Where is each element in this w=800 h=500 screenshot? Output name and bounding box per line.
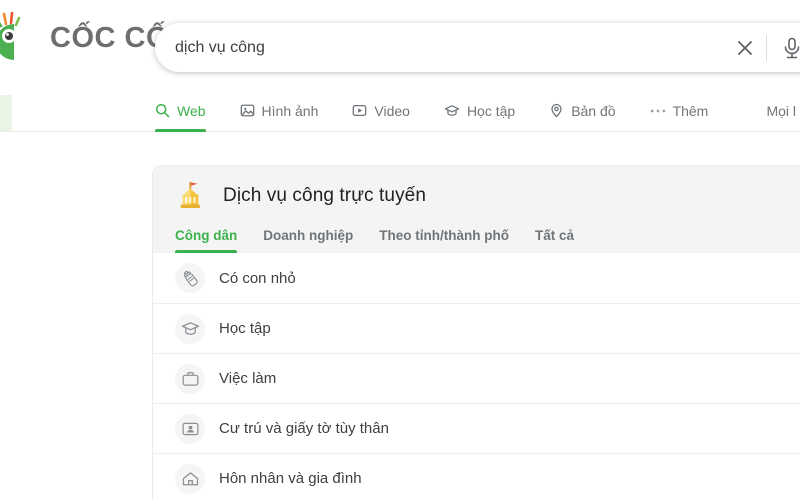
list-item-label: Có con nhỏ [219, 269, 296, 287]
clear-search-button[interactable] [724, 25, 766, 71]
sub-tab-all[interactable]: Tất cả [535, 222, 574, 253]
card-title-row: Dịch vụ công trực tuyến [153, 166, 800, 222]
tab-study[interactable]: Học tập [444, 90, 529, 132]
tab-video-label: Video [374, 102, 410, 119]
id-card-icon [175, 413, 205, 444]
card-header: Dịch vụ công trực tuyến Công dân Doanh n… [153, 166, 800, 253]
graduation-cap-icon [175, 313, 205, 344]
category-list: Có con nhỏ Học tập Việc làm Cư trú và gi… [153, 253, 800, 500]
tab-images[interactable]: Hình ảnh [240, 90, 333, 132]
tab-maps[interactable]: Bản đồ [549, 90, 629, 132]
search-bar[interactable] [155, 23, 800, 72]
sub-tab-business[interactable]: Doanh nghiệp [263, 222, 353, 253]
nav-tab-list: Web Hình ảnh Video Học tập Bản đồ Thêm [155, 90, 742, 132]
government-building-icon [175, 180, 209, 212]
sub-tab-business-label: Doanh nghiệp [263, 228, 354, 243]
baby-bottle-icon [175, 263, 205, 293]
voice-search-button[interactable] [767, 25, 800, 71]
image-icon [240, 103, 255, 118]
list-item-label: Hôn nhân và gia đình [219, 470, 362, 487]
map-pin-icon [549, 103, 564, 118]
time-filter-label: Mọi l [766, 103, 796, 119]
public-services-card: Dịch vụ công trực tuyến Công dân Doanh n… [152, 165, 800, 500]
more-dots-icon [650, 108, 666, 114]
sub-tab-citizen[interactable]: Công dân [175, 222, 238, 253]
tab-video[interactable]: Video [352, 90, 424, 132]
search-input[interactable] [155, 38, 724, 57]
coccoc-bird-logo-icon [0, 12, 44, 64]
sub-tab-by-province[interactable]: Theo tỉnh/thành phố [379, 222, 509, 253]
sub-tab-by-province-label: Theo tỉnh/thành phố [379, 228, 509, 243]
video-icon [352, 103, 367, 118]
list-item-label: Việc làm [219, 370, 277, 387]
list-item[interactable]: Cư trú và giấy tờ tùy thân [153, 403, 800, 453]
tab-more-label: Thêm [672, 102, 709, 119]
time-filter-button[interactable]: Mọi l [766, 90, 800, 132]
tab-web[interactable]: Web [155, 90, 220, 132]
page-header: CỐC CỐC [0, 0, 800, 95]
tab-web-label: Web [177, 102, 206, 119]
sub-tab-citizen-label: Công dân [175, 228, 238, 243]
list-item[interactable]: Hôn nhân và gia đình [153, 453, 800, 500]
graduation-cap-icon [444, 103, 460, 118]
list-item[interactable]: Học tập [153, 303, 800, 353]
list-item-label: Cư trú và giấy tờ tùy thân [219, 420, 389, 437]
card-sub-tab-list: Công dân Doanh nghiệp Theo tỉnh/thành ph… [153, 222, 800, 253]
list-item-label: Học tập [219, 320, 271, 337]
search-vertical-nav: Web Hình ảnh Video Học tập Bản đồ Thêm M… [0, 90, 800, 132]
tab-maps-label: Bản đồ [571, 102, 616, 119]
search-results-page: CỐC CỐC dịch vụ công Web Hình ảnh Video … [0, 0, 800, 500]
tab-more[interactable]: Thêm [650, 90, 723, 132]
tab-images-label: Hình ảnh [261, 102, 319, 119]
sub-tab-all-label: Tất cả [534, 228, 575, 243]
home-icon [175, 463, 205, 494]
card-title: Dịch vụ công trực tuyến [223, 185, 426, 206]
list-item[interactable]: Có con nhỏ [153, 253, 800, 303]
list-item[interactable]: Việc làm [153, 353, 800, 403]
search-icon [155, 103, 170, 118]
tab-study-label: Học tập [466, 102, 516, 119]
briefcase-icon [175, 363, 205, 394]
